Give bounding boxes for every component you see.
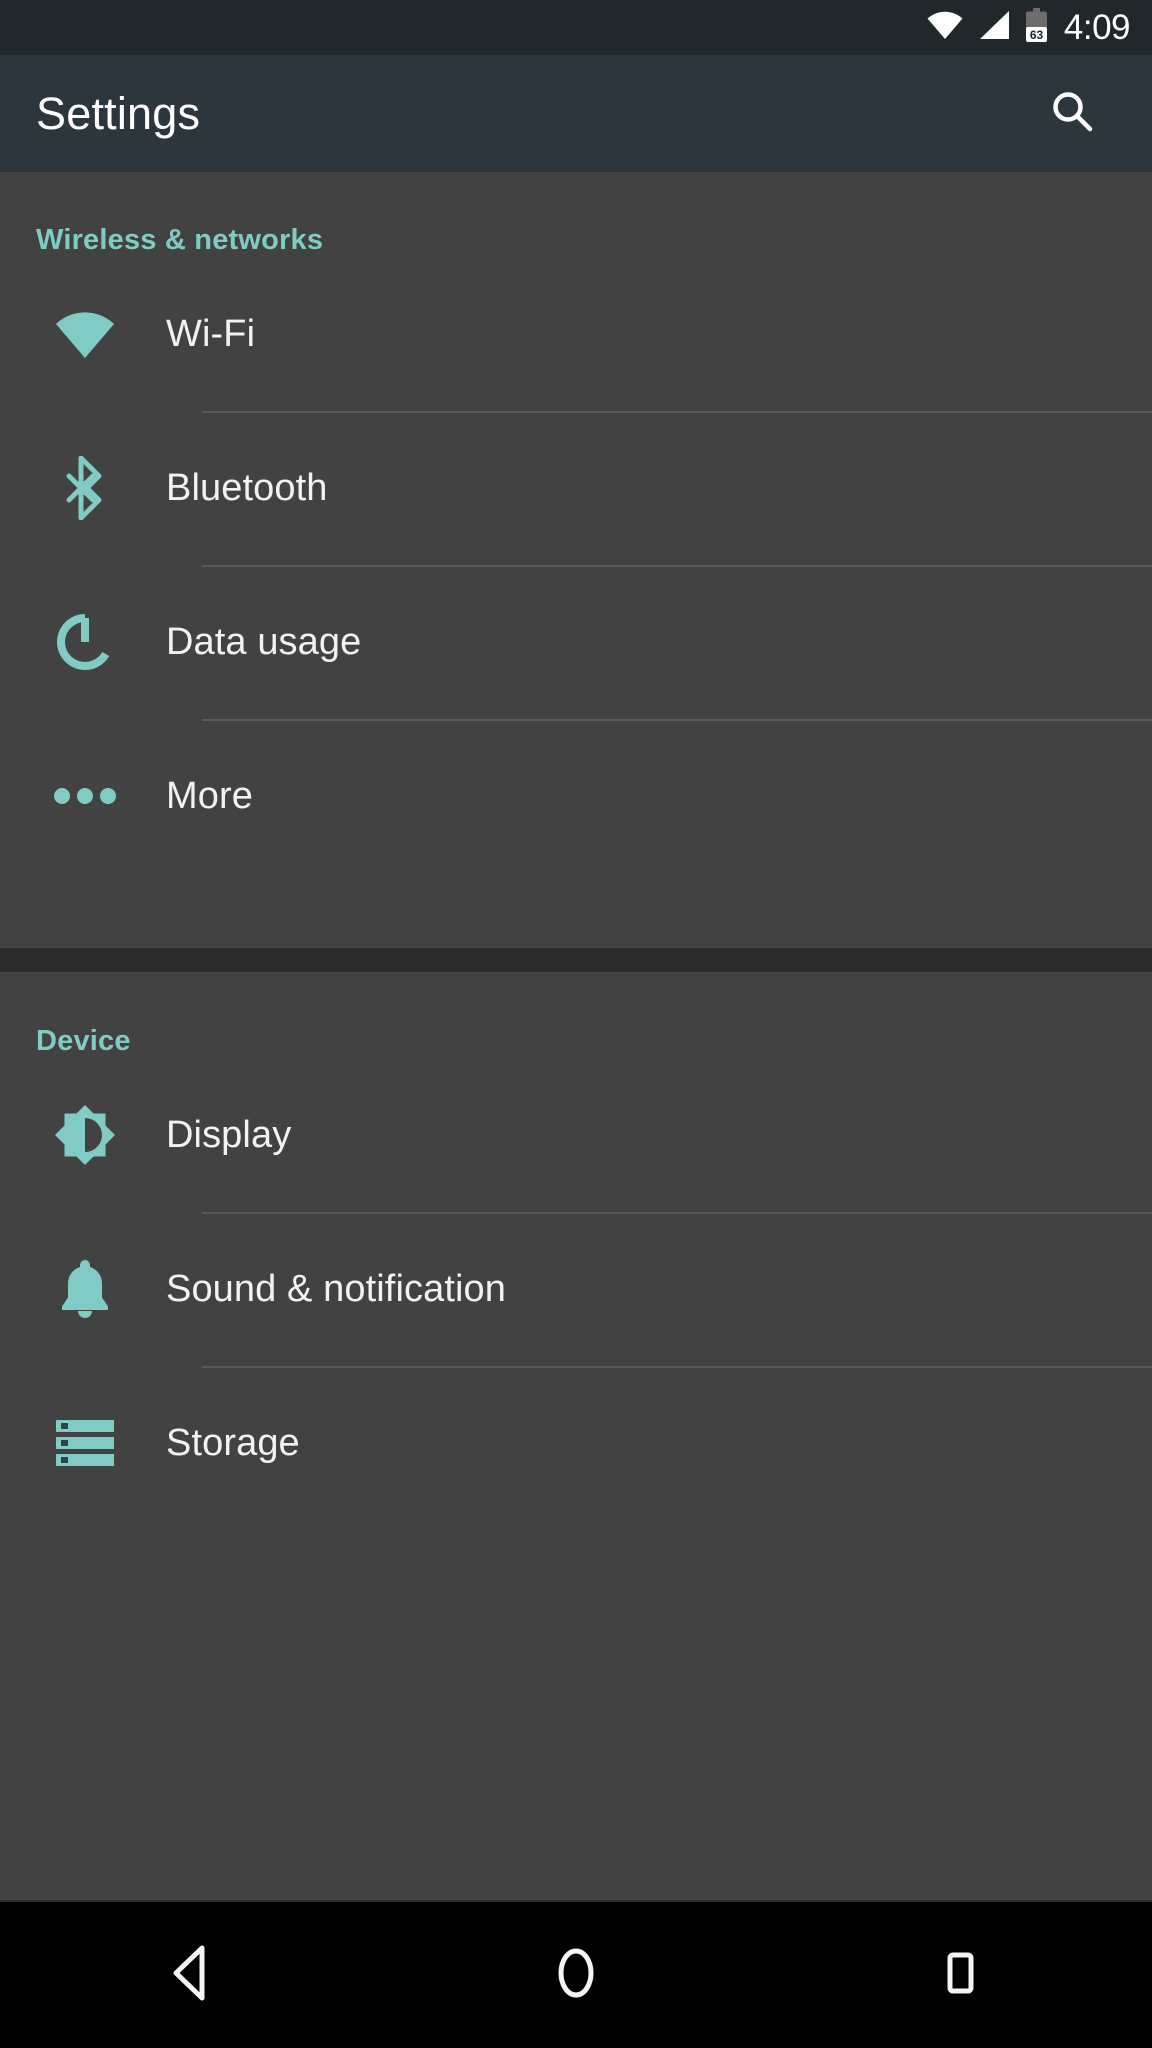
settings-item-wifi[interactable]: Wi-Fi — [0, 257, 1152, 411]
settings-item-sound-notification[interactable]: Sound & notification — [0, 1212, 1152, 1366]
search-button[interactable] — [1036, 78, 1108, 150]
search-icon — [1048, 87, 1096, 140]
back-button[interactable] — [92, 1901, 292, 2048]
settings-item-display[interactable]: Display — [0, 1058, 1152, 1212]
settings-list[interactable]: Wireless & networks Wi-Fi Bluetooth Data… — [0, 172, 1152, 1900]
settings-item-storage[interactable]: Storage — [0, 1366, 1152, 1520]
bell-icon — [0, 1258, 166, 1320]
section-wireless-networks: Wireless & networks Wi-Fi Bluetooth Data… — [0, 172, 1152, 947]
recents-button[interactable] — [860, 1901, 1060, 2048]
storage-icon — [0, 1418, 166, 1468]
page-title: Settings — [36, 87, 201, 139]
section-device: Device Display Sound & notification Stor… — [0, 973, 1152, 1520]
battery-icon: 63 — [1024, 8, 1049, 47]
brightness-icon — [0, 1104, 166, 1166]
status-bar-icons: 63 — [926, 8, 1049, 47]
home-icon — [550, 1943, 602, 2008]
recents-icon — [934, 1943, 986, 2008]
settings-item-label: Sound & notification — [166, 1267, 507, 1310]
cell-signal-icon — [977, 10, 1011, 45]
settings-item-label: Storage — [166, 1421, 300, 1464]
android-settings-screen: 63 4:09 Settings Wireless & networks Wi-… — [0, 0, 1152, 2048]
wifi-icon — [0, 308, 166, 360]
settings-item-label: Wi-Fi — [166, 312, 256, 355]
settings-item-label: Bluetooth — [166, 466, 328, 509]
bluetooth-icon — [0, 456, 166, 520]
section-header-wireless: Wireless & networks — [36, 224, 324, 256]
navigation-bar — [0, 1900, 1152, 2048]
status-bar: 63 4:09 — [0, 0, 1152, 55]
battery-level-text: 63 — [1030, 28, 1044, 42]
section-separator — [0, 947, 1152, 973]
data-usage-icon — [0, 611, 166, 673]
settings-item-label: Data usage — [166, 620, 362, 663]
settings-item-label: More — [166, 774, 253, 817]
more-dots-icon — [0, 786, 166, 806]
app-bar: Settings — [0, 55, 1152, 172]
wifi-status-icon — [926, 10, 964, 45]
status-bar-clock: 4:09 — [1063, 8, 1131, 47]
settings-item-more[interactable]: More — [0, 719, 1152, 873]
section-rows-device: Display Sound & notification Storage — [0, 1058, 1152, 1520]
home-button[interactable] — [476, 1901, 676, 2048]
settings-item-bluetooth[interactable]: Bluetooth — [0, 411, 1152, 565]
section-rows-wireless: Wi-Fi Bluetooth Data usage More — [0, 257, 1152, 873]
section-bottom-space — [0, 873, 1152, 947]
settings-item-label: Display — [166, 1113, 292, 1156]
back-icon — [166, 1943, 218, 2008]
section-header-device: Device — [36, 1025, 131, 1057]
settings-item-data-usage[interactable]: Data usage — [0, 565, 1152, 719]
